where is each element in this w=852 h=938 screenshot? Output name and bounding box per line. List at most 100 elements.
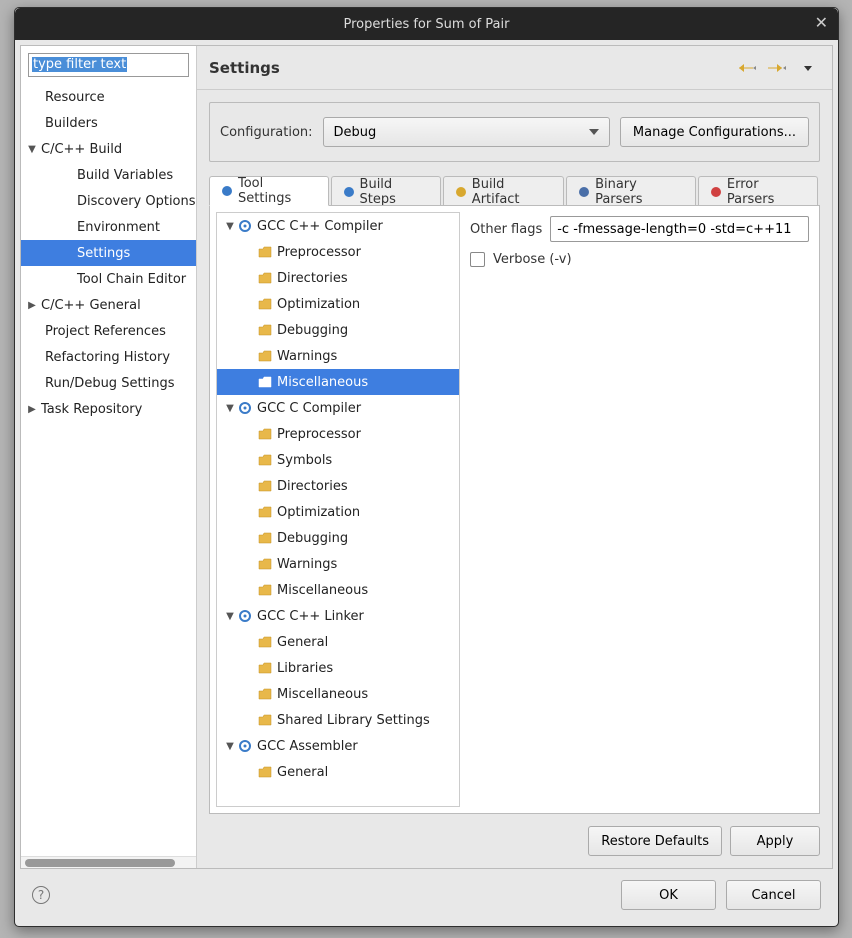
folder-icon	[257, 634, 273, 650]
tool-tree-item-label: Shared Library Settings	[277, 713, 430, 728]
tool-tree-item-directories[interactable]: Directories	[217, 265, 459, 291]
sidebar-item-environment[interactable]: Environment	[21, 214, 196, 240]
sidebar-item-label: Resource	[43, 90, 105, 105]
close-icon[interactable]: ✕	[815, 15, 828, 31]
tool-tree-item-miscellaneous[interactable]: Miscellaneous	[217, 577, 459, 603]
page-header: Settings	[197, 46, 832, 90]
sidebar-item-tool-chain-editor[interactable]: Tool Chain Editor	[21, 266, 196, 292]
chevron-down-icon[interactable]: ▼	[223, 741, 237, 752]
chevron-right-icon[interactable]: ▶	[25, 404, 39, 415]
tool-tree-item-label: GCC Assembler	[257, 739, 358, 754]
tool-tree-item-debugging[interactable]: Debugging	[217, 525, 459, 551]
tool-tree-item-label: GCC C++ Compiler	[257, 219, 383, 234]
help-icon[interactable]: ?	[32, 886, 50, 904]
tool-tree-item-label: Debugging	[277, 323, 348, 338]
sidebar-item-label: Refactoring History	[43, 350, 170, 365]
scrollbar-thumb[interactable]	[25, 859, 175, 867]
folder-icon	[257, 374, 273, 390]
sidebar-item-refactoring-history[interactable]: Refactoring History	[21, 344, 196, 370]
tab-build-steps[interactable]: Build Steps	[331, 176, 441, 206]
chevron-down-icon[interactable]: ▼	[25, 144, 39, 155]
error-parsers-icon	[709, 185, 723, 199]
gear-icon	[237, 400, 253, 416]
tool-tree-item-label: General	[277, 765, 328, 780]
gear-icon	[237, 218, 253, 234]
ok-button[interactable]: OK	[621, 880, 716, 910]
sidebar-item-build-variables[interactable]: Build Variables	[21, 162, 196, 188]
tab-label: Tool Settings	[238, 176, 318, 206]
other-flags-row: Other flags	[470, 216, 809, 242]
title-bar: Properties for Sum of Pair ✕	[15, 8, 838, 40]
tool-tree-item-symbols[interactable]: Symbols	[217, 447, 459, 473]
sidebar-item-c-c-build[interactable]: ▼C/C++ Build	[21, 136, 196, 162]
tool-tree-item-label: GCC C++ Linker	[257, 609, 364, 624]
sidebar-item-label: Build Variables	[75, 168, 173, 183]
sidebar-item-label: Builders	[43, 116, 98, 131]
filter-wrap: type filter text	[21, 46, 196, 84]
sidebar-item-c-c-general[interactable]: ▶C/C++ General	[21, 292, 196, 318]
tool-tree-item-gcc-assembler[interactable]: ▼ GCC Assembler	[217, 733, 459, 759]
tool-tree-item-directories[interactable]: Directories	[217, 473, 459, 499]
tool-tree-item-preprocessor[interactable]: Preprocessor	[217, 239, 459, 265]
folder-icon	[257, 478, 273, 494]
tool-tree-item-gcc-c-compiler[interactable]: ▼ GCC C++ Compiler	[217, 213, 459, 239]
tool-tree-item-libraries[interactable]: Libraries	[217, 655, 459, 681]
restore-defaults-button[interactable]: Restore Defaults	[588, 826, 722, 856]
tab-build-artifact[interactable]: Build Artifact	[443, 176, 564, 206]
tool-tree-item-gcc-c-compiler[interactable]: ▼GCC C Compiler	[217, 395, 459, 421]
sidebar-item-discovery-options[interactable]: Discovery Options	[21, 188, 196, 214]
other-flags-label: Other flags	[470, 222, 542, 237]
nav-menu-icon[interactable]	[796, 60, 820, 76]
tool-tree-item-optimization[interactable]: Optimization	[217, 291, 459, 317]
sidebar-item-task-repository[interactable]: ▶Task Repository	[21, 396, 196, 422]
tool-tree-item-warnings[interactable]: Warnings	[217, 551, 459, 577]
other-flags-input[interactable]	[550, 216, 809, 242]
tool-tree-item-label: Symbols	[277, 453, 332, 468]
chevron-down-icon	[589, 129, 599, 135]
tool-tree-item-shared-library-settings[interactable]: Shared Library Settings	[217, 707, 459, 733]
cancel-button[interactable]: Cancel	[726, 880, 821, 910]
folder-icon	[257, 270, 273, 286]
nav-tree[interactable]: Resource Builders ▼C/C++ Build Build Variab…	[21, 84, 196, 856]
tool-tree-item-preprocessor[interactable]: Preprocessor	[217, 421, 459, 447]
apply-button[interactable]: Apply	[730, 826, 820, 856]
tab-error-parsers[interactable]: Error Parsers	[698, 176, 818, 206]
verbose-checkbox[interactable]	[470, 252, 485, 267]
build-artifact-icon	[454, 185, 468, 199]
page-title: Settings	[209, 59, 736, 77]
tool-tree-item-warnings[interactable]: Warnings	[217, 343, 459, 369]
chevron-down-icon[interactable]: ▼	[223, 221, 237, 232]
tool-tree-item-general[interactable]: General	[217, 629, 459, 655]
sidebar-scrollbar[interactable]	[21, 856, 196, 868]
properties-dialog: Properties for Sum of Pair ✕ type filter…	[14, 7, 839, 927]
tool-tree-item-optimization[interactable]: Optimization	[217, 499, 459, 525]
sidebar-item-project-references[interactable]: Project References	[21, 318, 196, 344]
tab-tool-settings[interactable]: Tool Settings	[209, 176, 329, 206]
tab-label: Build Artifact	[472, 177, 553, 207]
tool-tree-item-label: Libraries	[277, 661, 333, 676]
sidebar-item-builders[interactable]: Builders	[21, 110, 196, 136]
tool-tree-item-general[interactable]: General	[217, 759, 459, 785]
manage-configurations-button[interactable]: Manage Configurations...	[620, 117, 809, 147]
header-nav	[736, 60, 820, 76]
sidebar-item-run-debug-settings[interactable]: Run/Debug Settings	[21, 370, 196, 396]
sidebar-item-resource[interactable]: Resource	[21, 84, 196, 110]
folder-icon	[257, 530, 273, 546]
chevron-down-icon[interactable]: ▼	[223, 403, 237, 414]
tool-tree-item-miscellaneous[interactable]: Miscellaneous	[217, 369, 459, 395]
tool-tree-item-miscellaneous[interactable]: Miscellaneous	[217, 681, 459, 707]
tool-tree-item-gcc-c-linker[interactable]: ▼ GCC C++ Linker	[217, 603, 459, 629]
chevron-right-icon[interactable]: ▶	[25, 300, 39, 311]
configuration-combo[interactable]: Debug	[323, 117, 610, 147]
nav-forward-icon[interactable]	[766, 60, 790, 76]
tab-binary-parsers[interactable]: Binary Parsers	[566, 176, 696, 206]
chevron-down-icon[interactable]: ▼	[223, 611, 237, 622]
nav-back-icon[interactable]	[736, 60, 760, 76]
sidebar-item-label: Tool Chain Editor	[75, 272, 186, 287]
tool-settings-tree[interactable]: ▼GCC C++ CompilerPreprocessorDirectories…	[216, 212, 460, 807]
tool-tree-item-debugging[interactable]: Debugging	[217, 317, 459, 343]
sidebar-item-settings[interactable]: Settings	[21, 240, 196, 266]
main-panel: Settings Configuration: Debug M	[197, 46, 832, 868]
footer-buttons: OK Cancel	[621, 880, 821, 910]
folder-icon	[257, 244, 273, 260]
